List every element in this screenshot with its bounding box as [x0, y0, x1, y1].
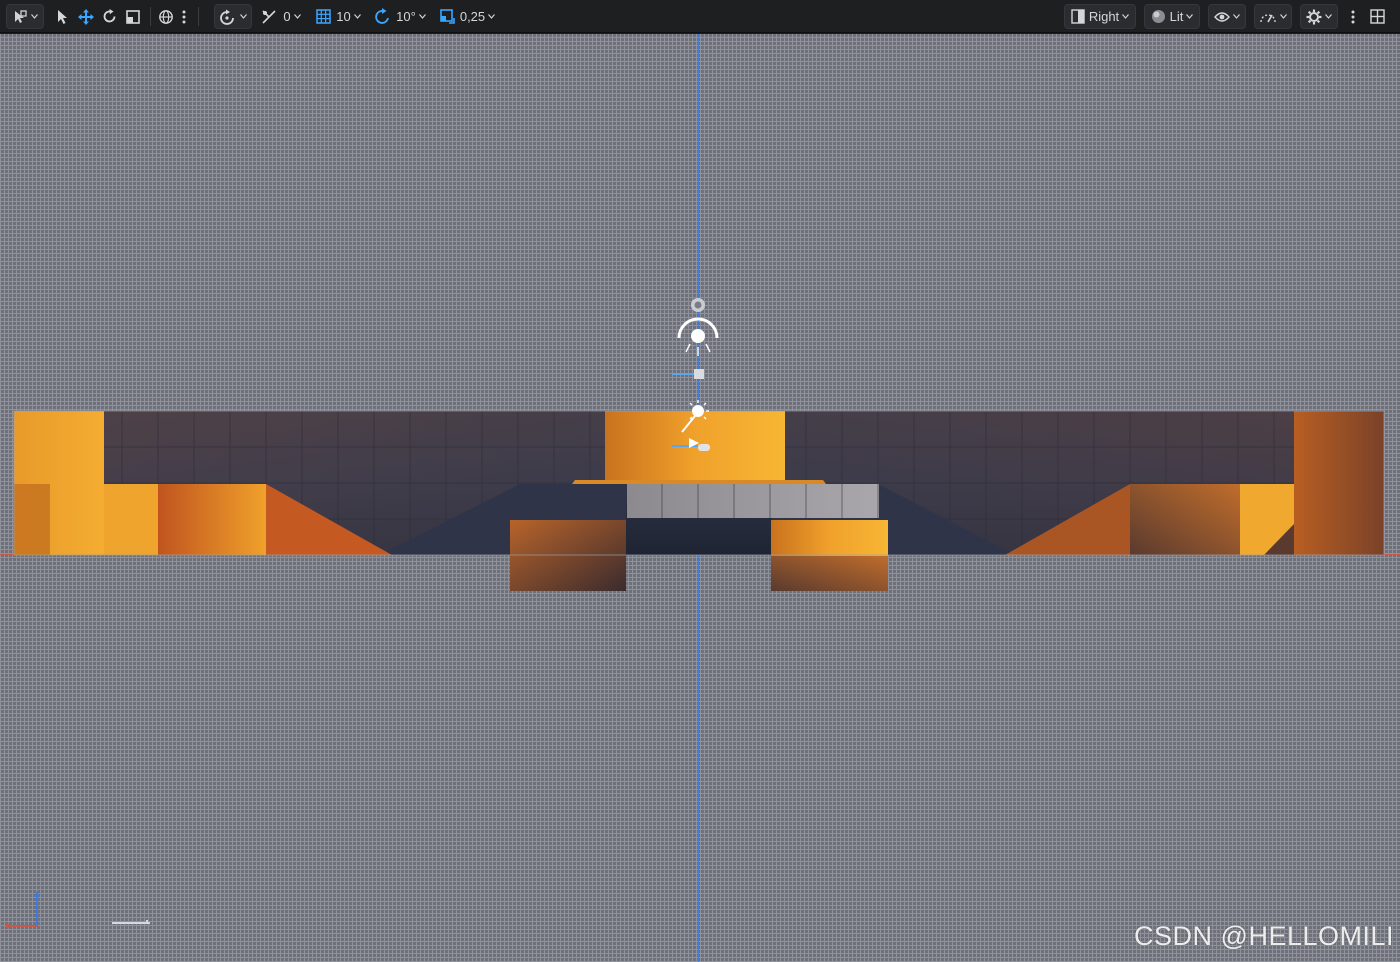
rotate-tool-button[interactable]: [99, 4, 119, 29]
chevron-down-icon: [1122, 14, 1130, 19]
right-brown-block[interactable]: [1130, 484, 1240, 555]
transform-options-button[interactable]: [178, 4, 190, 29]
scale-snap-dropdown[interactable]: 0,25: [436, 4, 498, 29]
chevron-down-icon: [240, 14, 247, 19]
grid-snap-value: 10: [336, 9, 351, 24]
chevron-down-icon: [1186, 14, 1194, 19]
chevron-down-icon: [1325, 14, 1332, 19]
grid-snap-icon: [262, 9, 276, 24]
lit-sphere-icon: [1151, 10, 1165, 23]
watermark-text: CSDN @HELLOMILI: [1134, 921, 1394, 951]
scale-tool-button[interactable]: [123, 4, 143, 29]
view-mode-label: Right: [1088, 9, 1120, 24]
chevron-down-icon: [488, 14, 496, 19]
realtime-icon: [1260, 13, 1276, 22]
translate-icon: [78, 8, 94, 25]
more-options-button[interactable]: [1346, 4, 1360, 29]
select-tool-button[interactable]: [52, 4, 72, 29]
chevron-down-icon: [1233, 14, 1240, 19]
show-flags-dropdown[interactable]: [1208, 4, 1246, 29]
select-mode-icon: [15, 9, 27, 23]
toolbar-separator: [150, 7, 151, 26]
left-rust-block[interactable]: [158, 484, 266, 555]
grid-snap-dropdown[interactable]: 10: [312, 4, 364, 29]
toolbar-separator: [198, 7, 199, 26]
viewport-settings-dropdown[interactable]: [1300, 4, 1338, 29]
surface-snap-dropdown[interactable]: [214, 4, 252, 29]
view-lighting-label: Lit: [1169, 9, 1184, 24]
chevron-down-icon: [418, 14, 426, 19]
gear-icon: [1306, 9, 1322, 24]
directional-light-icon[interactable]: [677, 317, 719, 356]
translate-tool-button[interactable]: [75, 4, 97, 29]
select-mode-dropdown[interactable]: [6, 4, 44, 29]
scale-snap-value: 0,25: [459, 9, 486, 24]
viewport-toolbar: 0 10 10° 0,25 Right Lit: [0, 0, 1400, 33]
surface-snap-icon: [220, 9, 234, 25]
lower-right-block[interactable]: [771, 556, 888, 591]
layout-grid-icon: [1369, 9, 1385, 24]
center-ledge[interactable]: [572, 480, 826, 484]
select-arrow-icon: [58, 9, 67, 24]
left-orange-block[interactable]: [104, 484, 158, 555]
rotation-snap-icon: [375, 8, 390, 24]
view-lighting-dropdown[interactable]: Lit: [1144, 4, 1200, 29]
translate-snap-value: 0: [283, 9, 291, 24]
view-mode-dropdown[interactable]: Right: [1064, 4, 1136, 29]
viewport-layout-button[interactable]: [1366, 4, 1388, 29]
rotation-snap-dropdown[interactable]: 10°: [372, 4, 428, 29]
right-column[interactable]: [1294, 411, 1384, 555]
globe-icon: [159, 9, 173, 24]
scale-snap-icon: [440, 9, 455, 24]
viewport-icon: [1071, 9, 1085, 24]
scale-bar: [112, 922, 150, 924]
grid-icon: [316, 9, 332, 24]
more-vertical-icon: [182, 10, 186, 23]
chevron-down-icon: [293, 14, 301, 19]
scale-bar-tick: [146, 920, 148, 924]
coordinate-space-button[interactable]: [156, 4, 176, 29]
chevron-down-icon: [31, 14, 38, 19]
level-geometry[interactable]: [0, 34, 1400, 962]
scale-icon: [126, 9, 140, 24]
eye-icon: [1214, 11, 1230, 22]
lower-right-block-top[interactable]: [771, 520, 888, 556]
level-viewport[interactable]: CSDN @HELLOMILI: [0, 34, 1400, 962]
more-vertical-icon: [1351, 10, 1355, 23]
rotation-snap-value: 10°: [396, 9, 416, 24]
sky-atmosphere-icon[interactable]: [691, 298, 705, 312]
axis-gizmo: [5, 891, 40, 929]
translate-snap-dropdown[interactable]: 0: [258, 4, 304, 29]
exponential-fog-icon[interactable]: [672, 369, 704, 379]
chevron-down-icon: [1280, 14, 1287, 19]
rotate-icon: [103, 9, 115, 23]
chevron-down-icon: [353, 14, 361, 19]
realtime-dropdown[interactable]: [1254, 4, 1292, 29]
